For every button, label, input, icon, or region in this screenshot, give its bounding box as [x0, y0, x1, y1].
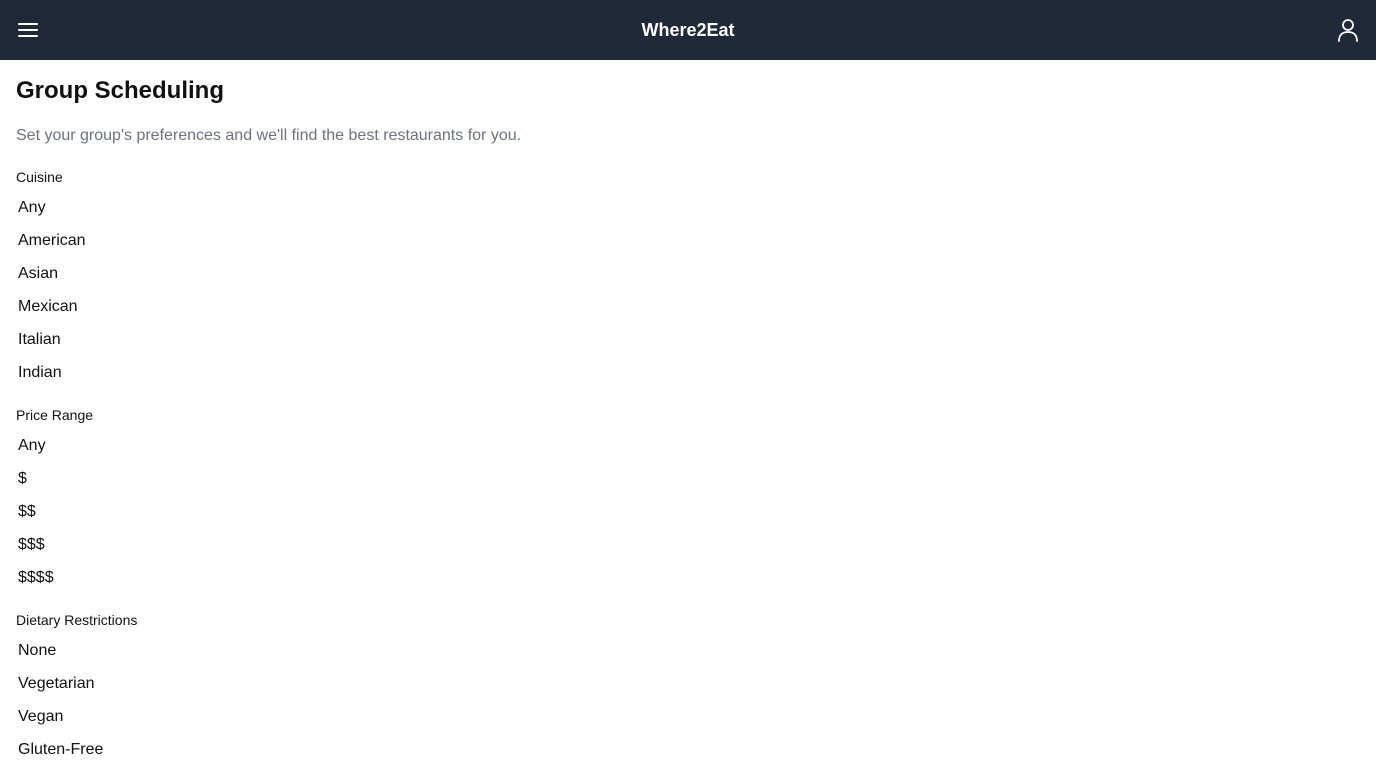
user-icon[interactable] — [1336, 17, 1360, 43]
price-range-options: Any $ $$ $$$ $$$$ — [18, 436, 54, 601]
price-range-label: Price Range — [16, 407, 94, 423]
user-profile-button[interactable] — [1336, 17, 1360, 43]
dietary-option-vegetarian[interactable]: Vegetarian — [18, 674, 103, 707]
page-subtitle: Set your group's preferences and we'll f… — [16, 127, 522, 144]
app-title: Where2Eat — [641, 20, 735, 40]
price-option-2[interactable]: $$ — [18, 502, 54, 535]
cuisine-option-american[interactable]: American — [18, 231, 86, 264]
cuisine-option-mexican[interactable]: Mexican — [18, 297, 86, 330]
price-option-1[interactable]: $ — [18, 469, 54, 502]
cuisine-option-asian[interactable]: Asian — [18, 264, 86, 297]
top-navbar: Where2Eat — [0, 0, 1376, 60]
dietary-restrictions-label: Dietary Restrictions — [16, 612, 138, 628]
price-option-any[interactable]: Any — [18, 436, 54, 469]
cuisine-label: Cuisine — [16, 169, 63, 185]
page-title: Group Scheduling — [16, 77, 224, 104]
cuisine-option-indian[interactable]: Indian — [18, 363, 86, 396]
dietary-option-none[interactable]: None — [18, 641, 103, 674]
price-option-4[interactable]: $$$$ — [18, 568, 54, 601]
cuisine-option-any[interactable]: Any — [18, 198, 86, 231]
dietary-option-gluten-free[interactable]: Gluten-Free — [18, 740, 103, 773]
menu-button[interactable] — [14, 16, 42, 44]
cuisine-options: Any American Asian Mexican Italian India… — [18, 198, 86, 396]
dietary-options: None Vegetarian Vegan Gluten-Free — [18, 641, 103, 773]
price-option-3[interactable]: $$$ — [18, 535, 54, 568]
hamburger-menu-icon[interactable] — [14, 16, 42, 44]
dietary-option-vegan[interactable]: Vegan — [18, 707, 103, 740]
cuisine-option-italian[interactable]: Italian — [18, 330, 86, 363]
